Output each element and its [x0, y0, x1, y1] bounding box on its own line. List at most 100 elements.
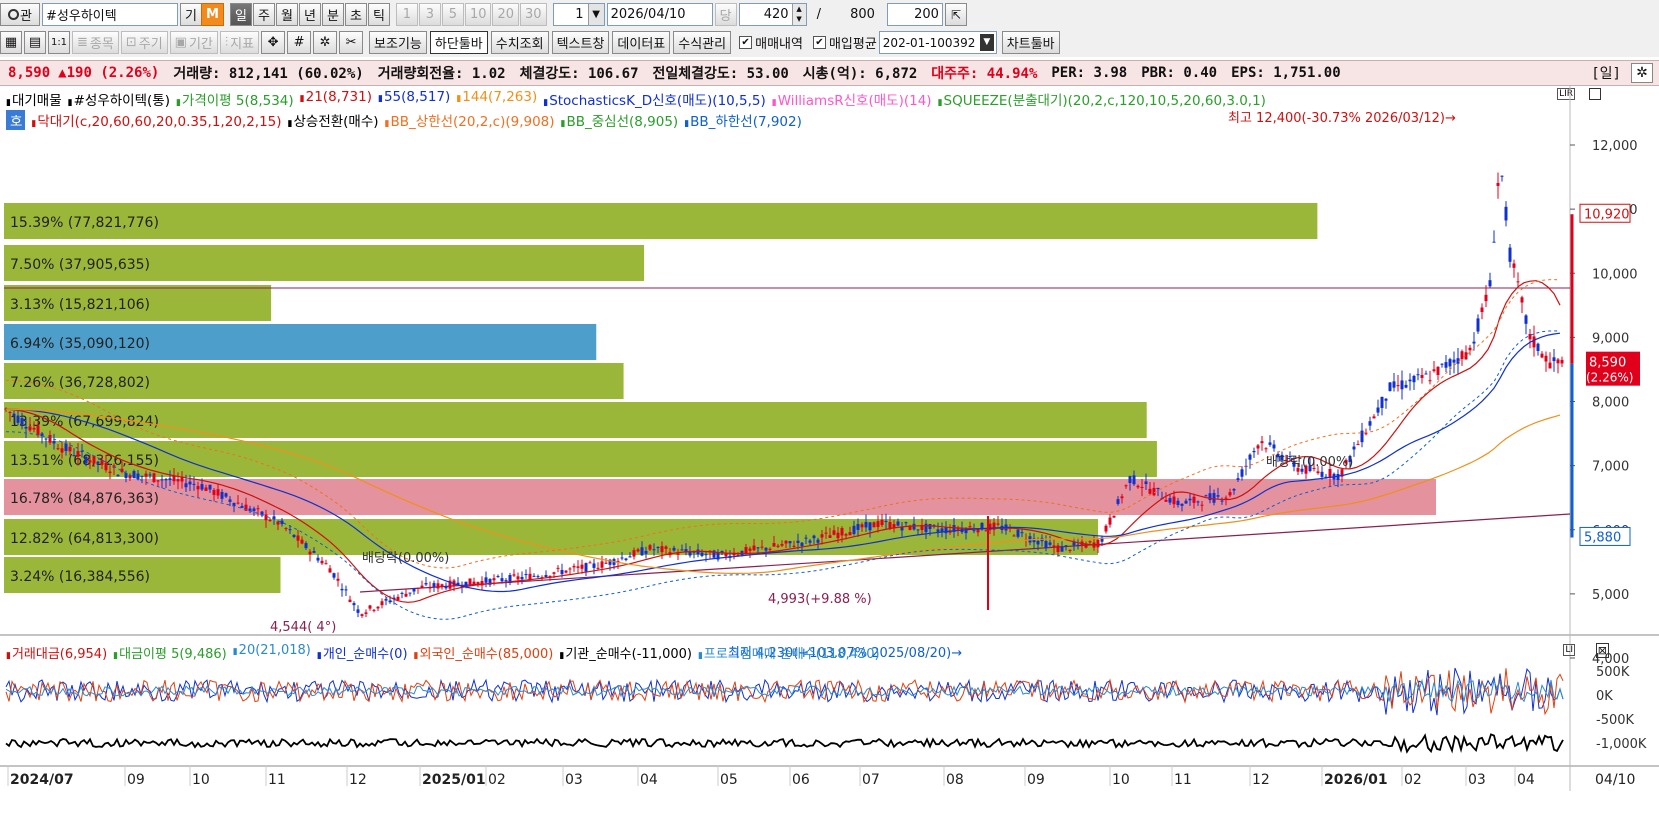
candle-body — [148, 474, 152, 476]
avg-price-checkbox[interactable]: ✔ 매입평균 — [812, 33, 877, 52]
candle-body — [292, 534, 296, 538]
legend-marker-icon: ▮ — [697, 651, 703, 661]
candle-body — [92, 455, 96, 464]
layout-icon[interactable]: ▤ — [24, 31, 46, 54]
candle-body — [436, 583, 440, 589]
lower-pane-control-icon[interactable]: LI — [1563, 644, 1575, 656]
lower-legend-item[interactable]: ▮거래대금(6,954) — [6, 643, 107, 662]
candle-body — [364, 612, 368, 614]
interval-button[interactable]: 30 — [520, 3, 547, 26]
candle-body — [1180, 503, 1184, 506]
lower-close-icon[interactable]: ⊠ — [1595, 643, 1609, 658]
grid-icon[interactable]: ▦ — [0, 31, 22, 54]
volume-profile-bar[interactable] — [4, 402, 1147, 438]
candle-body — [284, 528, 288, 530]
candle-body — [304, 543, 308, 549]
price-chart-svg[interactable]: 15.39% (77,821,776) 7.50% (37,905,635) 3.1… — [0, 86, 1659, 837]
candle-body — [1476, 318, 1480, 332]
jongmok-button[interactable]: ≣ 종목 — [72, 31, 119, 54]
settings-icon[interactable]: ✲ — [1631, 63, 1653, 83]
lower-tick-label: 0K — [1596, 689, 1613, 704]
function-button[interactable]: 데이터표 — [612, 31, 671, 54]
stock-search-button[interactable]: 관 — [0, 3, 40, 26]
dang-button[interactable]: 당 — [714, 3, 737, 26]
price-info-bar: 8,590 ▲190 (2.26%) 거래량: 812,141 (60.02%)… — [0, 60, 1659, 86]
candle-body — [1132, 475, 1136, 485]
interval-button[interactable]: 3 — [418, 3, 441, 26]
date-input[interactable]: 2026/04/10 — [606, 3, 713, 26]
volume-profile-bar[interactable] — [4, 203, 1318, 239]
gi-button[interactable]: 기 — [180, 3, 202, 26]
gear-icon[interactable]: ✲ — [313, 31, 338, 54]
strength: 체결강도: 106.67 — [519, 66, 639, 82]
function-button[interactable]: 보조기능 — [369, 31, 427, 54]
lower-legend-item[interactable]: ▮프로그램매매 순매수(118,430) — [698, 643, 880, 662]
function-button[interactable]: 하단툴바 — [429, 31, 488, 54]
stepper-icon[interactable]: ▲ ▼ — [791, 4, 806, 25]
candle-body — [332, 573, 336, 578]
jugi-button[interactable]: ⊡ 주기 — [120, 31, 168, 54]
lower-legend-label: 프로그램매매 순매수(118,430) — [703, 647, 880, 662]
candle-body — [860, 524, 864, 528]
candle-body — [820, 534, 824, 538]
account-select[interactable]: 202-01-100392 ▼ — [878, 31, 997, 54]
price-change-pct: (2.26%) — [100, 65, 160, 81]
candle-body — [264, 514, 268, 521]
lower-legend-item[interactable]: ▮개인_순매수(0) — [317, 643, 408, 662]
stock-name-input[interactable]: #성우하이텍 — [42, 3, 178, 26]
candle-body — [764, 547, 768, 551]
candle-body — [1440, 363, 1444, 365]
candle-body — [1400, 380, 1404, 390]
chart-area[interactable]: ▮대기매물 ▮#성우하이텍(통) ▮가격이평 5(8,534) ▮21(8,731) ▮… — [0, 86, 1659, 837]
tools-icon[interactable]: ✂ — [339, 31, 364, 54]
period-tag[interactable]: [일] — [1591, 63, 1621, 83]
candle-body — [416, 587, 420, 589]
period-tab[interactable]: 주 — [252, 3, 275, 26]
trade-history-checkbox[interactable]: ✔ 매매내역 — [739, 33, 803, 52]
lower-legend-label: 대금이평 5(9,486) — [119, 647, 227, 662]
volume-profile-label: 3.24% (16,384,556) — [10, 569, 150, 585]
interval-button[interactable]: 20 — [492, 3, 520, 26]
lower-legend-item[interactable]: ▮대금이평 5(9,486) — [113, 643, 227, 662]
interval-button[interactable]: 5 — [441, 3, 464, 26]
candle-body — [1172, 496, 1176, 505]
candle-body — [216, 489, 220, 496]
period-tab[interactable]: 분 — [321, 3, 344, 26]
interval-select[interactable]: 1 ▼ — [552, 3, 605, 26]
period-tab[interactable]: 초 — [344, 3, 367, 26]
gigan-button[interactable]: ▣ 기간 — [169, 31, 218, 54]
time-axis-label: 11 — [1174, 772, 1192, 788]
function-button[interactable]: 수치조회 — [490, 31, 549, 54]
jipyo-button[interactable]: ⫶ 지표 — [219, 31, 260, 54]
lower-legend-item[interactable]: ▮20(21,018) — [233, 643, 311, 662]
period-tab[interactable]: 틱 — [367, 3, 390, 26]
period-tab[interactable]: 일 — [229, 3, 252, 26]
one-to-one-icon[interactable]: 1:1 — [48, 31, 70, 54]
hash-icon[interactable]: # — [287, 31, 312, 54]
candle-body — [588, 562, 592, 564]
candle-body — [852, 525, 856, 534]
function-button[interactable]: 수식관리 — [673, 31, 732, 54]
time-axis-label: 12 — [349, 772, 367, 788]
export-icon[interactable]: ⇱ — [944, 3, 967, 26]
m-button[interactable]: M — [201, 3, 224, 26]
total-input[interactable]: 800 — [831, 3, 879, 26]
lower-legend-item[interactable]: ▮외국인_순매수(85,000) — [414, 643, 554, 662]
lower-tick-label: -500K — [1596, 713, 1635, 728]
volume-profile-bar[interactable] — [4, 441, 1157, 477]
period-tab[interactable]: 년 — [298, 3, 321, 26]
candle-body — [628, 556, 632, 558]
function-button[interactable]: 텍스트창 — [551, 31, 610, 54]
period-tab[interactable]: 월 — [275, 3, 298, 26]
candle-body — [840, 528, 844, 536]
candle-body — [572, 565, 576, 568]
count-input[interactable]: 420 ▲ ▼ — [738, 3, 807, 26]
count-value: 420 — [763, 7, 789, 22]
crosshair-icon[interactable]: ✥ — [261, 31, 286, 54]
view-count-input[interactable]: 200 — [886, 3, 943, 26]
check-icon: ✔ — [739, 36, 753, 49]
interval-button[interactable]: 1 — [395, 3, 418, 26]
lower-legend-item[interactable]: ▮기관_순매수(-11,000) — [559, 643, 692, 662]
chart-toolbar-button[interactable]: 차트툴바 — [1001, 31, 1060, 54]
interval-button[interactable]: 10 — [464, 3, 492, 26]
